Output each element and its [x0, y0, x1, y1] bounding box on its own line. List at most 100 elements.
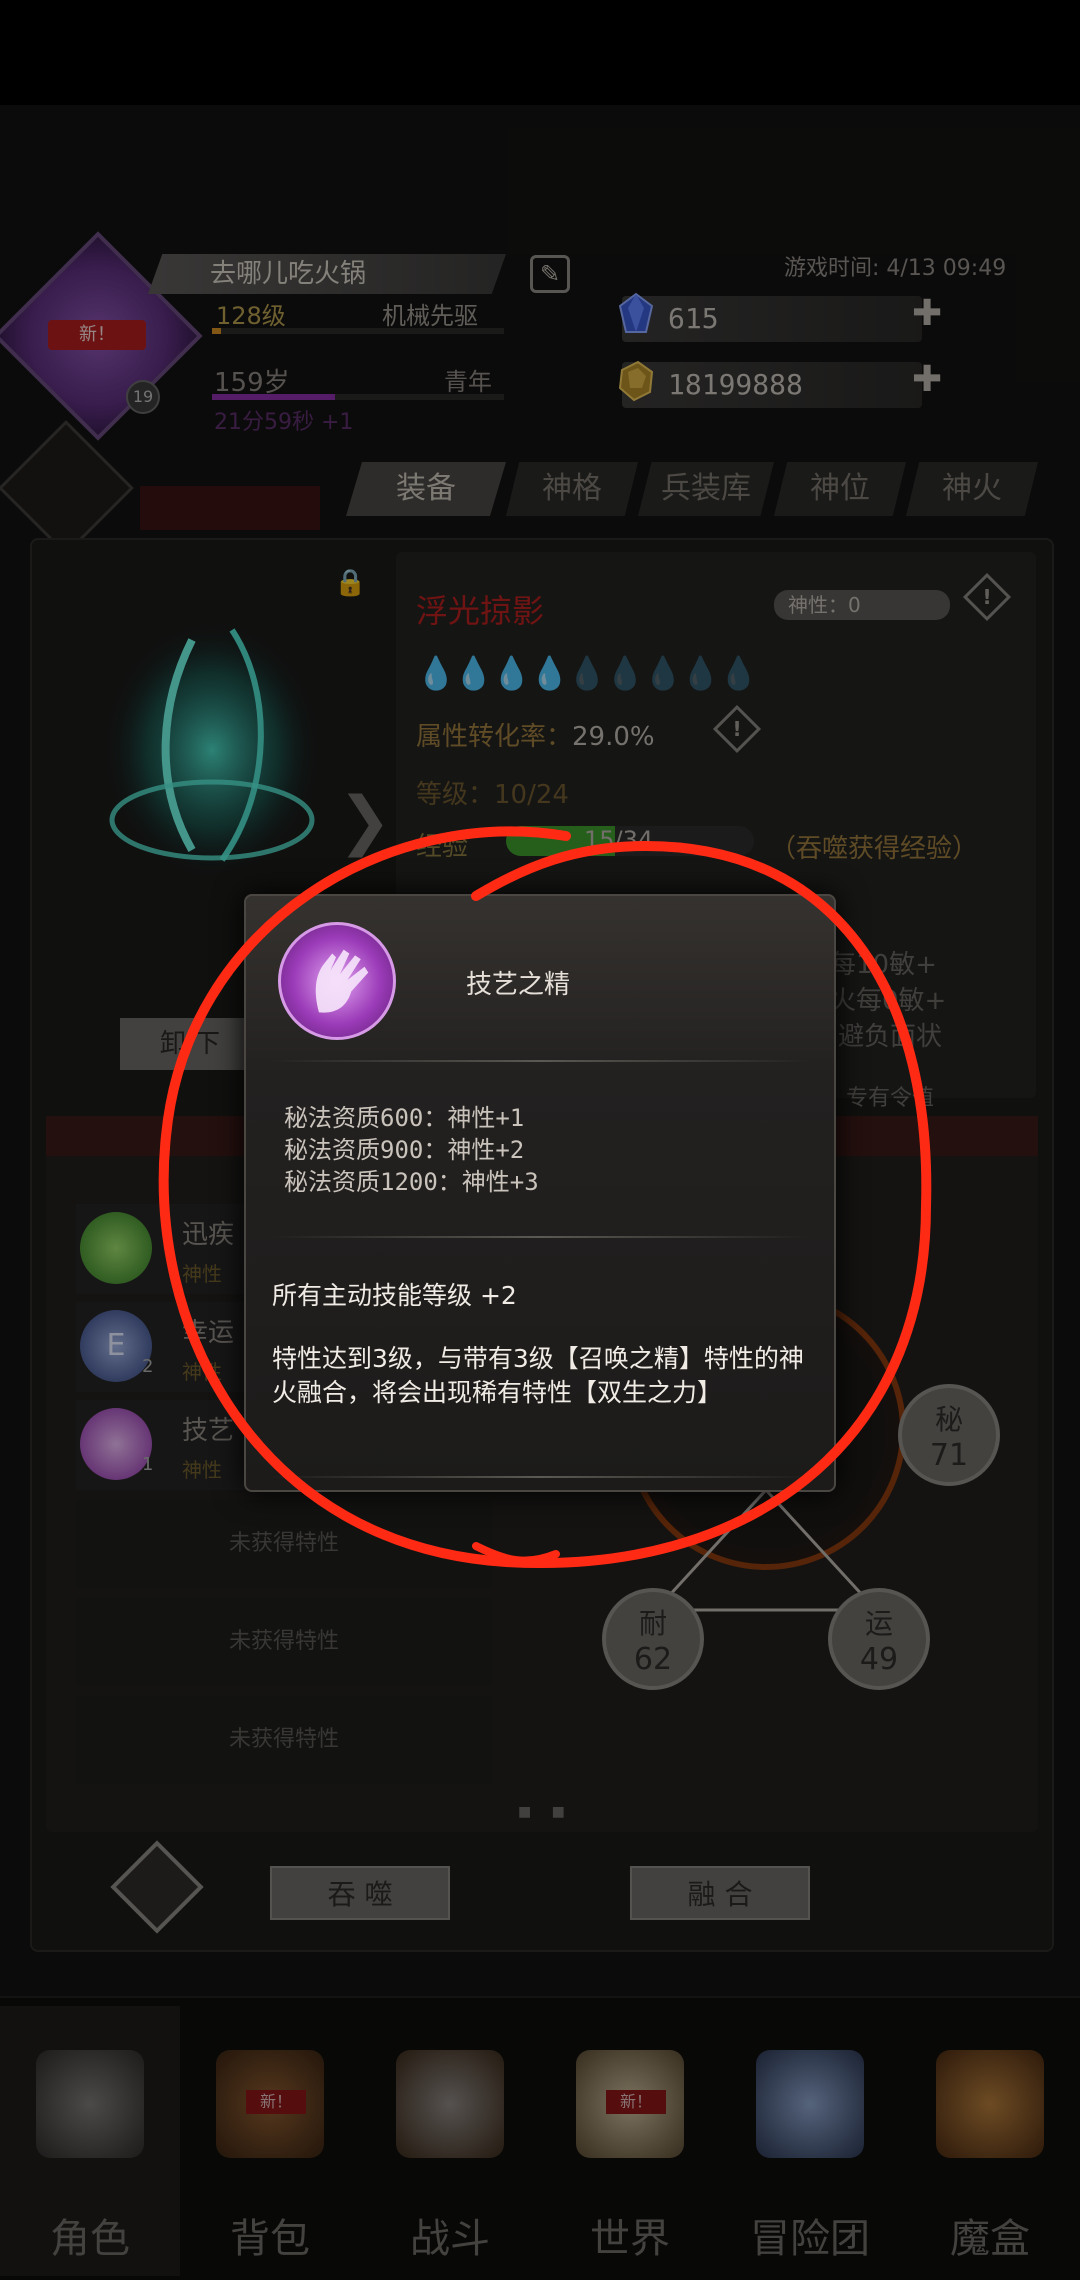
resource-gold: 18199888 — [622, 362, 922, 408]
unequip-button[interactable]: 卸 下 — [120, 1018, 260, 1070]
resource-crystal: 615 — [622, 296, 922, 342]
drop-empty-icon: 💧💧💧💧💧 — [567, 654, 758, 692]
new-tag: 新！ — [606, 2090, 666, 2114]
tooltip-line: 秘法资质900：神性+2 — [284, 1136, 525, 1164]
tooltip-lines: 秘法资质600：神性+1 秘法资质900：神性+2 秘法资质1200：神性+3 — [284, 1102, 539, 1198]
nav-label: 世界 — [590, 2216, 670, 2262]
exp-label: 经验 — [416, 832, 469, 862]
trait-level: 1 — [142, 1454, 154, 1475]
divider — [270, 1236, 810, 1238]
resource-gold-value: 18199888 — [668, 368, 803, 401]
lock-icon[interactable]: 🔒 — [334, 568, 366, 598]
tooltip-line: 秘法资质1200：神性+3 — [284, 1168, 539, 1196]
empty-trait-slot: 未获得特性 — [76, 1696, 492, 1784]
purple-hand-icon — [278, 922, 396, 1040]
weapon-name: 浮光掠影 — [416, 592, 545, 630]
age-progress-bar — [212, 394, 504, 400]
trait-sub: 神性 — [182, 1262, 222, 1286]
page-indicator: ■ ■ — [518, 1804, 573, 1820]
trait-level: 2 — [142, 1356, 154, 1377]
blue-crystal-icon — [618, 292, 654, 333]
level-progress-bar — [212, 328, 504, 334]
exp-hint: （吞噬获得经验） — [770, 834, 979, 864]
trait-sub: 神性 — [182, 1360, 222, 1384]
nav-backpack[interactable]: 新！ 背包 — [180, 2006, 360, 2276]
resource-crystal-value: 615 — [668, 302, 719, 335]
avatar-level-badge: 19 — [126, 380, 160, 414]
devour-button[interactable]: 吞 噬 — [270, 1866, 450, 1920]
nav-magic-box[interactable]: 魔盒 — [900, 2006, 1080, 2276]
tooltip-title: 技艺之精 — [466, 970, 571, 1000]
new-tag: 新！ — [246, 2090, 306, 2114]
quality-drops: 💧💧💧💧💧💧💧💧💧 — [416, 654, 759, 692]
trait-name: 迅疾 — [182, 1220, 235, 1250]
life-stage: 青年 — [444, 368, 492, 396]
radar-node[interactable]: 秘 71 — [898, 1384, 1000, 1486]
conversion-label: 属性转化率： — [416, 722, 573, 752]
player-level: 128级 — [216, 302, 286, 330]
helmet-icon — [36, 2050, 144, 2158]
nav-battle[interactable]: 战斗 — [360, 2006, 540, 2276]
sword-shield-icon — [396, 2050, 504, 2158]
divinity-pill: 神性：0 — [774, 590, 950, 620]
nav-label: 魔盒 — [950, 2216, 1030, 2262]
radar-value: 71 — [929, 1438, 969, 1473]
empty-trait-slot: 未获得特性 — [76, 1500, 492, 1588]
tab-godhood[interactable]: 神格 — [506, 462, 638, 516]
radar-node[interactable]: 耐 62 — [602, 1588, 704, 1690]
drop-filled-icon: 💧💧💧💧 — [416, 654, 569, 692]
castle-icon — [756, 2050, 864, 2158]
nav-label: 战斗 — [410, 2216, 490, 2262]
attribute-line: 专有令值 — [846, 1086, 935, 1111]
trait-name: 幸运 — [182, 1318, 235, 1348]
status-bar-area — [0, 0, 1080, 105]
attribute-line: 每1‍0敏+ — [830, 950, 937, 980]
avatar-new-badge: 新！ — [48, 320, 146, 350]
attribute-line: 火每‍0敏+ — [830, 986, 947, 1016]
nav-character[interactable]: 角色 — [0, 2006, 180, 2276]
tab-divine-seat[interactable]: 神位 — [774, 462, 906, 516]
tooltip-line: 秘法资质600：神性+1 — [284, 1104, 525, 1132]
chevron-right-icon[interactable]: ❯ — [338, 784, 392, 858]
red-tab-marker — [140, 486, 320, 530]
add-gold-button[interactable]: ✚ — [912, 360, 942, 400]
age-timer: 21分59秒 +1 — [214, 410, 354, 435]
radar-attr: 秘 — [934, 1403, 963, 1436]
tab-equipment[interactable]: 装备 — [346, 462, 506, 516]
radar-value: 62 — [633, 1642, 673, 1677]
empty-trait-slot: 未获得特性 — [76, 1598, 492, 1686]
radar-node[interactable]: 运 49 — [828, 1588, 930, 1690]
trait-sub: 神性 — [182, 1458, 222, 1482]
tab-armory[interactable]: 兵装库 — [638, 462, 774, 516]
nav-label: 角色 — [50, 2216, 130, 2262]
add-crystal-button[interactable]: ✚ — [912, 294, 942, 334]
gold-ore-icon — [618, 360, 654, 402]
conversion-value: 29.0% — [572, 722, 655, 752]
conversion-rate: 属性转化率：29.0% — [416, 716, 655, 753]
trait-name: 技艺 — [182, 1416, 235, 1446]
divider — [270, 1060, 810, 1062]
green-swirl-icon — [80, 1212, 152, 1284]
radar-value: 49 — [859, 1642, 899, 1677]
tooltip-description: 特性达到3级，与带有3级【召唤之精】特性的神火融合，将会出现稀有特性【双生之力】 — [272, 1344, 804, 1407]
player-name: 去哪儿吃火锅 — [148, 254, 506, 294]
fuse-button[interactable]: 融 合 — [630, 1866, 810, 1920]
nav-label: 背包 — [230, 2216, 310, 2262]
nav-world[interactable]: 新！ 世界 — [540, 2006, 720, 2276]
magic-box-icon — [936, 2050, 1044, 2158]
tab-bar: 装备 神格 兵装库 神位 神火 — [346, 462, 1038, 516]
divider — [270, 1476, 810, 1478]
attribute-line: 避负面状 — [838, 1022, 943, 1052]
weapon-image — [102, 620, 322, 880]
weapon-grade: 等级：10/24 — [416, 780, 569, 810]
nav-label: 冒险团 — [750, 2216, 870, 2262]
edit-icon[interactable]: ✎ — [530, 255, 570, 293]
radar-attr: 耐 — [638, 1607, 667, 1640]
tooltip-effect: 所有主动技能等级 +2 — [272, 1281, 517, 1310]
game-time: 游戏时间: 4/13 09:49 — [784, 256, 1007, 281]
radar-attr: 运 — [864, 1607, 893, 1640]
exp-value: 15/34 — [584, 826, 654, 854]
player-class: 机械先驱 — [382, 302, 478, 330]
nav-adventure-team[interactable]: 冒险团 — [720, 2006, 900, 2276]
tab-divine-fire[interactable]: 神火 — [906, 462, 1038, 516]
